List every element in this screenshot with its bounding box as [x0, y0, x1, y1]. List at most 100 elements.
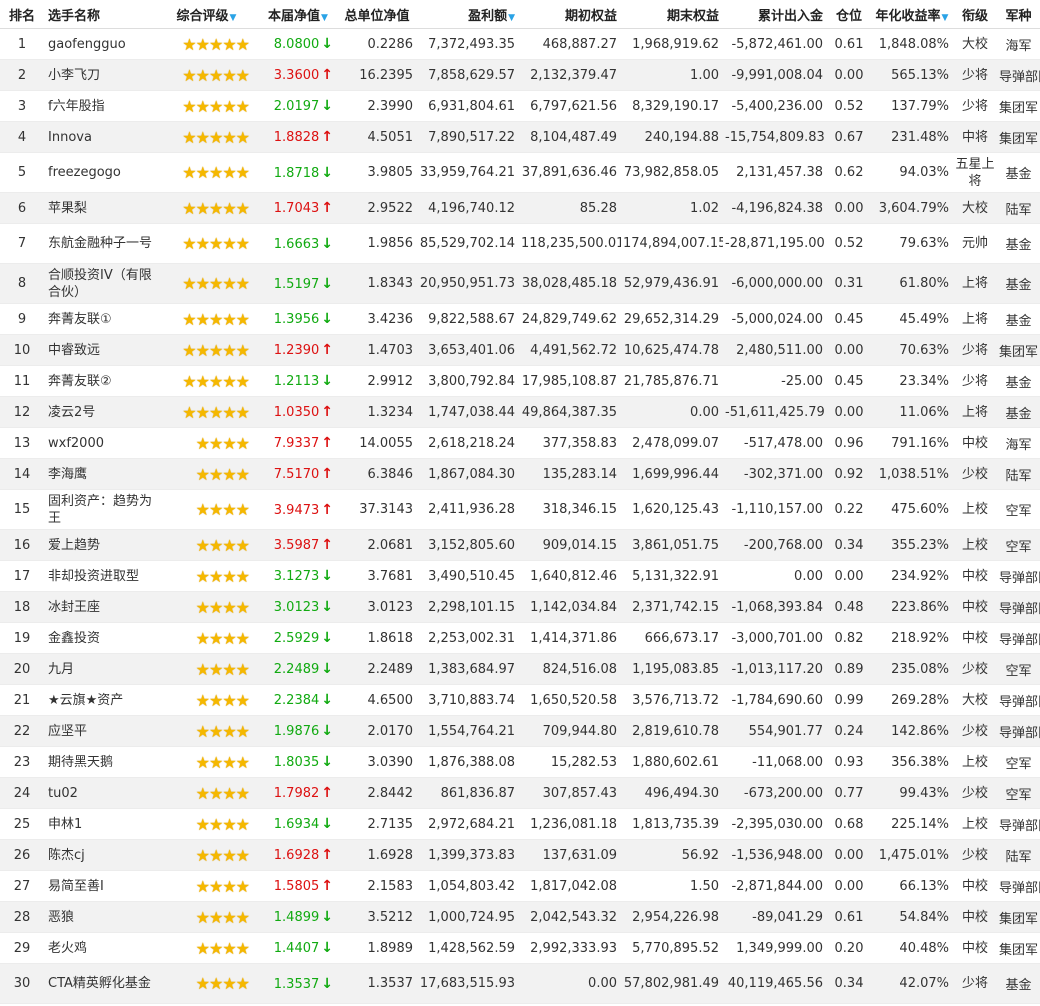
star-icon: ★ — [235, 500, 250, 519]
trader-name-link[interactable]: 李海鹰 — [44, 458, 154, 490]
rank-cell: 1 — [0, 28, 44, 60]
table-row[interactable]: 25 申林1 ★★★★ 1.6934 ↓ 2.7135 2,972,684.21 1,236,… — [0, 808, 1040, 840]
table-row[interactable]: 23 期待黑天鹅 ★★★★ 1.8035 ↓ 3.0390 1,876,388.08 15,2… — [0, 746, 1040, 778]
table-row[interactable]: 10 中睿致远 ★★★★★ 1.2390 ↑ 1.4703 3,653,401.06 4,49… — [0, 334, 1040, 366]
table-row[interactable]: 7 东航金融种子一号 ★★★★★ 1.6663 ↓ 1.9856 85,529,702.14… — [0, 223, 1040, 264]
nav-cell: 1.3956 ↓ — [259, 303, 337, 335]
col-header-cum-flow: 累计出入金 — [723, 0, 827, 29]
table-row[interactable]: 26 陈杰cj ★★★★ 1.6928 ↑ 1.6928 1,399,373.83 137,6… — [0, 839, 1040, 871]
trader-name-link[interactable]: 非却投资进取型 — [44, 560, 154, 592]
table-row[interactable]: 20 九月 ★★★★ 2.2489 ↓ 2.2489 1,383,684.97 824,516… — [0, 653, 1040, 685]
trader-name-link[interactable]: 合顺投资IV（有限合伙） — [44, 263, 154, 304]
rating-stars: ★★★★ — [154, 715, 259, 747]
star-icon: ★ — [222, 814, 236, 834]
trader-name-link[interactable]: ★云旗★资产 — [44, 684, 154, 716]
trader-name-link[interactable]: 奔菁友联① — [44, 303, 154, 335]
table-row[interactable]: 11 奔菁友联② ★★★★★ 1.2113 ↓ 2.9912 3,800,792.84 17,… — [0, 365, 1040, 397]
branch-cell: 基金 — [997, 365, 1040, 397]
trader-name-link[interactable]: 冰封王座 — [44, 591, 154, 623]
table-row[interactable]: 13 wxf2000 ★★★★ 7.9337 ↑ 14.0055 2,618,218.24 3… — [0, 427, 1040, 459]
table-row[interactable]: 1 gaofengguo ★★★★★ 8.0800 ↓ 0.2286 7,372,493.3… — [0, 28, 1040, 60]
trader-name-link[interactable]: tu02 — [44, 777, 154, 809]
trader-name-link[interactable]: 应坚平 — [44, 715, 154, 747]
trader-name-link[interactable]: 九月 — [44, 653, 154, 685]
trader-name-link[interactable]: Innova — [44, 121, 154, 153]
col-header-profit[interactable]: 盈利额▼ — [417, 0, 519, 29]
trader-name-link[interactable]: gaofengguo — [44, 28, 154, 60]
trader-name-link[interactable]: 期待黑天鹅 — [44, 746, 154, 778]
rating-stars: ★★★★★ — [154, 334, 259, 366]
begin-equity-cell: 85.28 — [519, 192, 621, 224]
table-row[interactable]: 27 易简至善I ★★★★ 1.5805 ↑ 2.1583 1,054,803.42 1,81… — [0, 870, 1040, 902]
star-icon: ★ — [195, 127, 210, 147]
trader-name-link[interactable]: freezegogo — [44, 152, 154, 193]
rank-cell: 17 — [0, 560, 44, 592]
trader-name-link[interactable]: 东航金融种子一号 — [44, 223, 154, 264]
table-row[interactable]: 30 CTA精英孵化基金 ★★★★ 1.3537 ↓ 1.3537 17,683,515.9… — [0, 963, 1040, 1004]
table-row[interactable]: 22 应坚平 ★★★★ 1.9876 ↓ 2.0170 1,554,764.21 709,94… — [0, 715, 1040, 747]
star-icon: ★ — [182, 274, 196, 293]
star-icon: ★ — [222, 464, 236, 484]
col-header-annual-return[interactable]: 年化收益率▼ — [871, 0, 953, 29]
trader-name-link[interactable]: 凌云2号 — [44, 396, 154, 428]
table-header: 排名 选手名称 综合评级▼ 本届净值▼ 总单位净值 盈利额▼ 期初权益 期末权益… — [0, 0, 1040, 29]
sort-down-icon[interactable]: ▼ — [230, 13, 237, 23]
profit-cell: 2,298,101.15 — [417, 591, 519, 623]
trader-name-link[interactable]: 陈杰cj — [44, 839, 154, 871]
table-row[interactable]: 24 tu02 ★★★★ 1.7982 ↑ 2.8442 861,836.87 307,857… — [0, 777, 1040, 809]
trader-name-link[interactable]: 易简至善I — [44, 870, 154, 902]
star-icon: ★ — [235, 752, 250, 772]
star-icon: ★ — [235, 163, 250, 182]
table-row[interactable]: 3 f六年股指 ★★★★★ 2.0197 ↓ 2.3990 6,931,804.61 6,79… — [0, 90, 1040, 122]
table-row[interactable]: 21 ★云旗★资产 ★★★★ 2.2384 ↓ 4.6500 3,710,883.74 1,6… — [0, 684, 1040, 716]
arrow-up-icon: ↑ — [321, 200, 333, 216]
cum-flow-cell: -1,068,393.84 — [723, 591, 827, 623]
table-row[interactable]: 9 奔菁友联① ★★★★★ 1.3956 ↓ 3.4236 9,822,588.67 24,8… — [0, 303, 1040, 335]
table-row[interactable]: 18 冰封王座 ★★★★ 3.0123 ↓ 3.0123 2,298,101.15 1,142… — [0, 591, 1040, 623]
position-cell: 0.96 — [827, 427, 871, 459]
rating-stars: ★★★★ — [154, 458, 259, 490]
table-row[interactable]: 6 苹果梨 ★★★★★ 1.7043 ↑ 2.9522 4,196,740.12 85.28 1… — [0, 192, 1040, 224]
star-icon: ★ — [208, 433, 223, 453]
table-row[interactable]: 19 金鑫投资 ★★★★ 2.5929 ↓ 1.8618 2,253,002.31 1,414… — [0, 622, 1040, 654]
trader-name-link[interactable]: 金鑫投资 — [44, 622, 154, 654]
position-cell: 0.00 — [827, 870, 871, 902]
trader-name-link[interactable]: 恶狼 — [44, 901, 154, 933]
sort-down-icon[interactable]: ▼ — [321, 13, 328, 23]
col-header-nav[interactable]: 本届净值▼ — [259, 0, 337, 29]
trader-name-link[interactable]: 小李飞刀 — [44, 59, 154, 91]
star-icon: ★ — [222, 783, 236, 803]
position-cell: 0.89 — [827, 653, 871, 685]
nav-cell: 1.6934 ↓ — [259, 808, 337, 840]
arrow-down-icon: ↓ — [321, 723, 333, 739]
trader-name-link[interactable]: CTA精英孵化基金 — [44, 963, 154, 1004]
trader-name-link[interactable]: wxf2000 — [44, 427, 154, 459]
sort-down-icon[interactable]: ▼ — [942, 13, 949, 23]
table-row[interactable]: 12 凌云2号 ★★★★★ 1.0350 ↑ 1.3234 1,747,038.44 49,8… — [0, 396, 1040, 428]
star-icon: ★ — [195, 628, 210, 648]
table-row[interactable]: 4 Innova ★★★★★ 1.8828 ↑ 4.5051 7,890,517.22 8,1… — [0, 121, 1040, 153]
table-row[interactable]: 14 李海鹰 ★★★★ 7.5170 ↑ 6.3846 1,867,084.30 135,28… — [0, 458, 1040, 490]
trader-name-link[interactable]: 苹果梨 — [44, 192, 154, 224]
table-row[interactable]: 15 固利资产：趋势为王 ★★★★ 3.9473 ↑ 37.3143 2,411,936.2… — [0, 489, 1040, 530]
table-row[interactable]: 5 freezegogo ★★★★★ 1.8718 ↓ 3.9805 33,959,764.… — [0, 152, 1040, 193]
arrow-down-icon: ↓ — [321, 311, 333, 327]
table-row[interactable]: 16 爱上趋势 ★★★★ 3.5987 ↑ 2.0681 3,152,805.60 909,0… — [0, 529, 1040, 561]
table-row[interactable]: 8 合顺投资IV（有限合伙） ★★★★★ 1.5197 ↓ 1.8343 20,950,95… — [0, 263, 1040, 304]
table-row[interactable]: 29 老火鸡 ★★★★ 1.4407 ↓ 1.8989 1,428,562.59 2,992,… — [0, 932, 1040, 964]
table-row[interactable]: 28 恶狼 ★★★★ 1.4899 ↓ 3.5212 1,000,724.95 2,042,5… — [0, 901, 1040, 933]
table-row[interactable]: 2 小李飞刀 ★★★★★ 3.3600 ↑ 16.2395 7,858,629.57 2,13… — [0, 59, 1040, 91]
trader-name-link[interactable]: 申林1 — [44, 808, 154, 840]
trader-name-link[interactable]: 固利资产：趋势为王 — [44, 489, 154, 530]
trader-name-link[interactable]: f六年股指 — [44, 90, 154, 122]
trader-name-link[interactable]: 爱上趋势 — [44, 529, 154, 561]
rank-title-cell: 少将 — [953, 365, 997, 397]
col-header-rating[interactable]: 综合评级▼ — [154, 0, 259, 29]
trader-name-link[interactable]: 奔菁友联② — [44, 365, 154, 397]
position-cell: 0.68 — [827, 808, 871, 840]
arrow-down-icon: ↓ — [321, 975, 333, 992]
trader-name-link[interactable]: 中睿致远 — [44, 334, 154, 366]
trader-name-link[interactable]: 老火鸡 — [44, 932, 154, 964]
table-row[interactable]: 17 非却投资进取型 ★★★★ 3.1273 ↓ 3.7681 3,490,510.45 1,… — [0, 560, 1040, 592]
sort-down-icon[interactable]: ▼ — [508, 13, 515, 23]
